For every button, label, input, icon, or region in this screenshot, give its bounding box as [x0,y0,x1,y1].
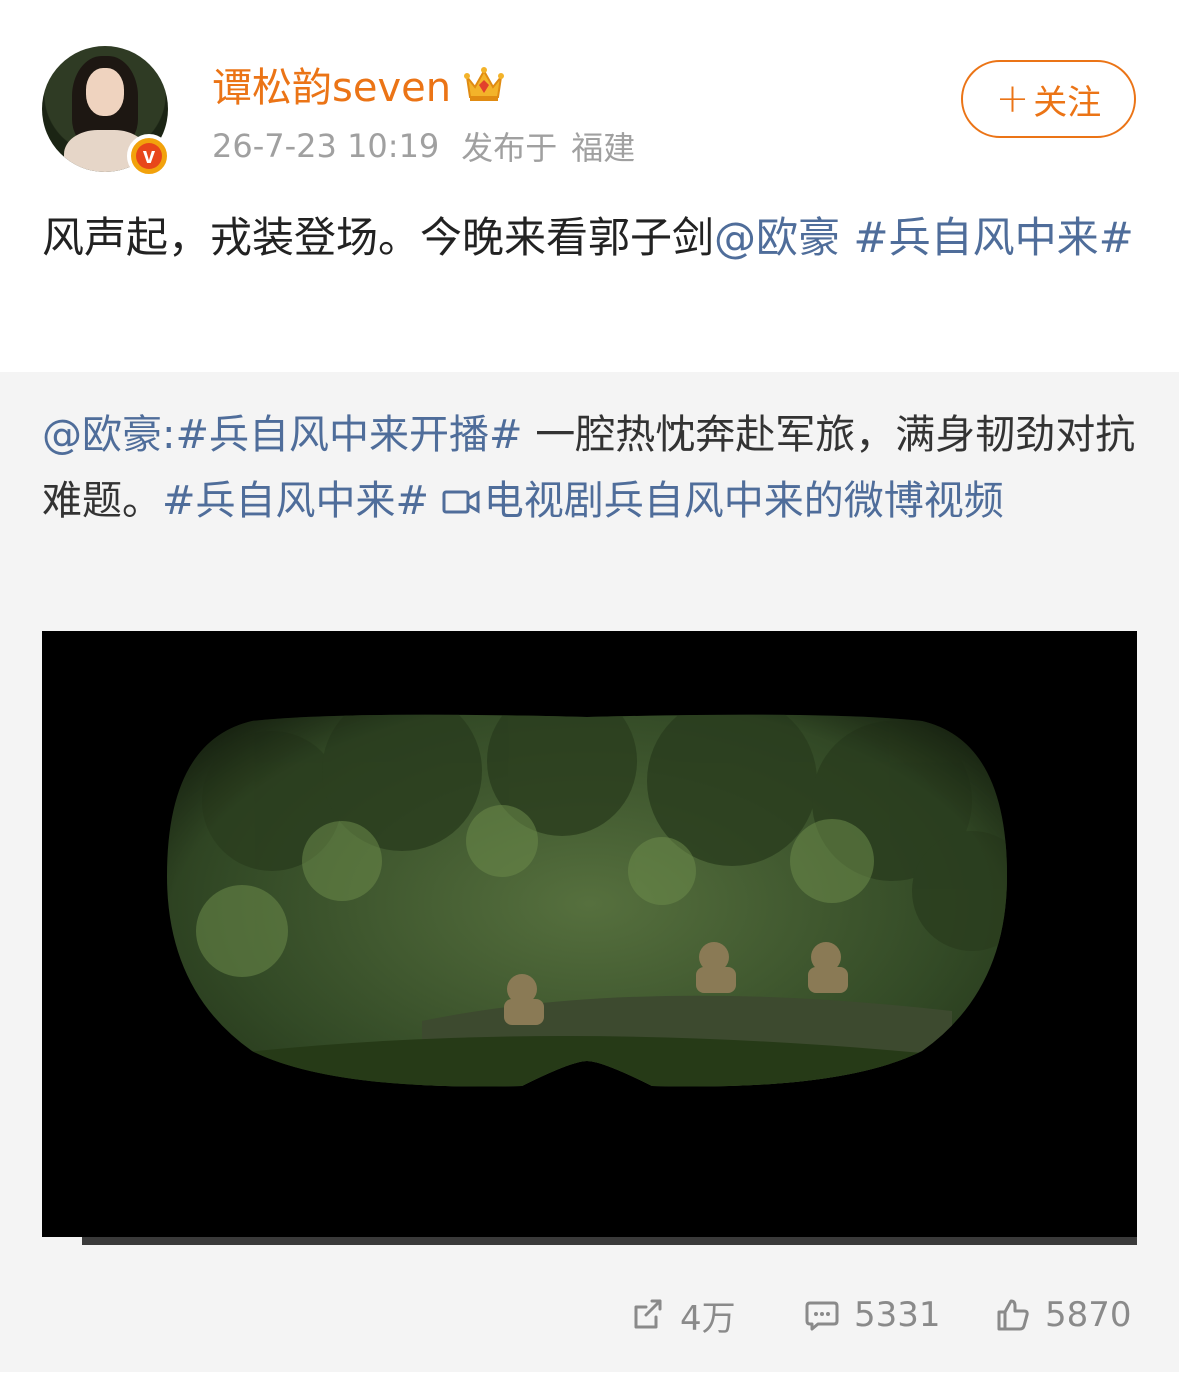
repost-hashtag-link-2[interactable]: #兵自风中来# [162,478,429,524]
repost-mention-link[interactable]: @欧豪: [42,412,175,458]
post-text-body: 风声起，戎装登场。今晚来看郭子剑 [42,213,715,262]
comment-icon [805,1301,839,1331]
post-time: 26-7-23 10:19 [212,127,440,165]
like-count: 5870 [1045,1295,1132,1335]
avatar-face [86,68,124,116]
video-progress-track[interactable] [82,1237,1137,1245]
mention-link[interactable]: @欧豪 [714,213,840,262]
plus-icon: + [995,76,1030,122]
video-player[interactable] [42,631,1137,1237]
verified-badge-icon: v [127,134,171,178]
crown-icon [464,67,505,101]
post-text: 风声起，戎装登场。今晚来看郭子剑@欧豪 #兵自风中来# [42,206,1142,270]
repost-card[interactable]: @欧豪:#兵自风中来开播# 一腔热忱奔赴军旅，满身韧劲对抗难题。#兵自风中来# … [0,372,1179,1372]
comment-count: 5331 [854,1295,941,1335]
location-label: 发布于 [461,129,558,167]
hashtag-link[interactable]: #兵自风中来# [853,213,1133,262]
post-header: v 谭松韵seven 26-7-23 10:19 发布于 福建 + 关注 [0,0,1179,190]
location: 福建 [571,129,636,167]
post-meta: 26-7-23 10:19 发布于 福建 [212,124,635,168]
action-bar: 4万 5331 5870 [0,1278,1179,1352]
follow-label: 关注 [1033,82,1102,123]
repost-hashtag-link-1[interactable]: #兵自风中来开播# [175,412,522,458]
repost-text: @欧豪:#兵自风中来开播# 一腔热忱奔赴军旅，满身韧劲对抗难题。#兵自风中来# … [42,402,1142,534]
follow-button[interactable]: + 关注 [961,60,1136,138]
comment-button[interactable]: 5331 [804,1278,941,1352]
video-link[interactable]: 电视剧兵自风中来的微博视频 [442,478,1004,524]
video-frame [167,714,1007,1087]
video-link-label: 电视剧兵自风中来的微博视频 [483,478,1004,524]
thumbs-up-icon [997,1299,1029,1331]
username[interactable]: 谭松韵seven [212,55,451,113]
video-camera-icon [442,490,480,514]
repost-icon [634,1299,662,1329]
like-button[interactable]: 5870 [995,1278,1132,1352]
repost-count: 4万 [680,1298,736,1339]
username-row: 谭松韵seven [212,54,505,114]
repost-button[interactable]: 4万 [630,1278,736,1352]
